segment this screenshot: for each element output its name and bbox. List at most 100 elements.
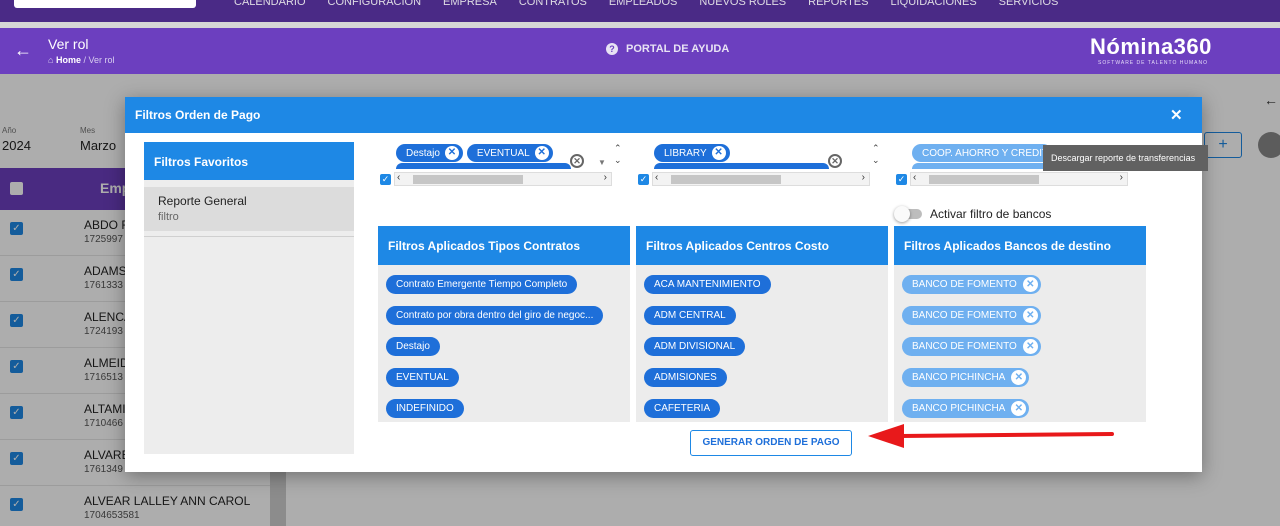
- applied-contract-filters-list[interactable]: Contrato Emergente Tiempo Completo Contr…: [378, 265, 630, 422]
- nav-item-empresa[interactable]: EMPRESA: [443, 0, 497, 8]
- chip-remove-icon[interactable]: ✕: [1022, 308, 1038, 323]
- nav-item-liquidaciones[interactable]: LIQUIDACIONES: [890, 0, 976, 8]
- applied-cost-center-filters-header: Filtros Aplicados Centros Costo: [636, 226, 888, 265]
- list-item[interactable]: EVENTUAL: [386, 368, 459, 387]
- vertical-scroll-icon[interactable]: ⌃ ⌄: [614, 142, 622, 166]
- applied-bank-filters-list[interactable]: BANCO DE FOMENTO ✕ BANCO DE FOMENTO ✕ BANC…: [894, 265, 1146, 422]
- nav-item-reportes[interactable]: REPORTES: [808, 0, 868, 8]
- generate-payment-order-button[interactable]: GENERAR ORDEN DE PAGO: [690, 430, 852, 456]
- applied-cost-center-filters-panel: Filtros Aplicados Centros Costo ACA MANT…: [636, 226, 888, 422]
- scroll-left-icon[interactable]: ‹: [913, 172, 916, 183]
- red-arrow-annotation: [868, 424, 1114, 448]
- clear-selection-icon[interactable]: ✕: [828, 154, 842, 168]
- chip-remove-icon[interactable]: ✕: [1011, 401, 1027, 416]
- favorite-filter-item[interactable]: Reporte General filtro: [144, 187, 354, 231]
- applied-cost-center-filters-list[interactable]: ACA MANTENIMIENTO ADM CENTRAL ADM DIVISI…: [636, 265, 888, 422]
- help-icon: ?: [606, 43, 618, 55]
- dialog-header: Filtros Orden de Pago ✕: [125, 97, 1202, 133]
- scroll-thumb[interactable]: [671, 175, 781, 184]
- scroll-right-icon[interactable]: ›: [862, 172, 865, 183]
- breadcrumb: ⌂ Home / Ver rol: [48, 55, 115, 65]
- scroll-right-icon[interactable]: ›: [604, 172, 607, 183]
- chip-remove-icon[interactable]: ✕: [1011, 370, 1027, 385]
- nav-item-servicios[interactable]: SERVICIOS: [999, 0, 1059, 8]
- list-item[interactable]: BANCO PICHINCHA ✕: [902, 368, 1030, 387]
- back-arrow-icon[interactable]: ←: [14, 40, 32, 61]
- list-item[interactable]: CAFETERIA: [644, 399, 721, 418]
- list-item[interactable]: ADM CENTRAL: [644, 306, 736, 325]
- toggle-knob: [894, 206, 910, 222]
- chip-label: LIBRARY: [664, 147, 707, 159]
- help-portal-link[interactable]: ? PORTAL DE AYUDA: [606, 43, 729, 55]
- chip-label: EVENTUAL: [476, 147, 530, 159]
- select-checkbox[interactable]: ✓: [638, 174, 649, 185]
- list-item[interactable]: ACA MANTENIMIENTO: [644, 275, 771, 294]
- horizontal-scrollbar[interactable]: ‹ ›: [394, 172, 612, 186]
- nav-item-configuracion[interactable]: CONFIGURACIÓN: [328, 0, 422, 8]
- favorite-filter-name: Reporte General: [158, 194, 247, 208]
- nav-item-empleados[interactable]: EMPLEADOS: [609, 0, 677, 8]
- close-icon[interactable]: ✕: [1170, 106, 1183, 124]
- scroll-left-icon[interactable]: ‹: [397, 172, 400, 183]
- cost-center-select[interactable]: LIBRARY ✕ ✕ ⌃ ⌄ ✓ ‹ ›: [636, 138, 886, 188]
- chip-remove-icon[interactable]: ✕: [444, 146, 459, 160]
- chip-remove-icon[interactable]: ✕: [1022, 277, 1038, 292]
- bank-chip-label: BANCO DE FOMENTO: [912, 310, 1017, 321]
- divider: [144, 236, 354, 237]
- list-item[interactable]: Destajo: [386, 337, 440, 356]
- toggle-switch[interactable]: [894, 206, 922, 222]
- dropdown-arrow-icon[interactable]: ▼: [598, 158, 606, 167]
- bank-filter-toggle[interactable]: Activar filtro de bancos: [894, 206, 1052, 222]
- chip-remove-icon[interactable]: ✕: [534, 146, 549, 160]
- contract-type-select[interactable]: Destajo ✕ EVENTUAL ✕ ✕ ▼ ⌃ ⌄ ✓ ‹ ›: [378, 138, 628, 188]
- applied-bank-filters-header: Filtros Aplicados Bancos de destino: [894, 226, 1146, 265]
- download-transfers-tooltip: Descargar reporte de transferencias: [1043, 145, 1208, 171]
- favorite-filters-header: Filtros Favoritos: [144, 142, 354, 180]
- arrow-shaft: [898, 432, 1114, 438]
- select-checkbox[interactable]: ✓: [380, 174, 391, 185]
- home-icon: ⌂: [48, 55, 54, 65]
- nav-item-contratos[interactable]: CONTRATOS: [519, 0, 587, 8]
- list-item[interactable]: Contrato Emergente Tiempo Completo: [386, 275, 578, 294]
- nav-item-calendario[interactable]: CALENDARIO: [234, 0, 306, 8]
- favorite-filter-subtitle: filtro: [158, 211, 179, 223]
- chip-remove-icon[interactable]: ✕: [1022, 339, 1038, 354]
- list-item[interactable]: BANCO DE FOMENTO ✕: [902, 275, 1041, 294]
- top-navigation: CALENDARIO CONFIGURACIÓN EMPRESA CONTRAT…: [0, 0, 1280, 22]
- nav-item-nuevos-roles[interactable]: NUEVOS ROLES: [699, 0, 786, 8]
- list-item[interactable]: BANCO DE FOMENTO ✕: [902, 306, 1041, 325]
- scroll-thumb[interactable]: [413, 175, 523, 184]
- list-item[interactable]: BANCO PICHINCHA ✕: [902, 399, 1030, 418]
- horizontal-scrollbar[interactable]: ‹ ›: [910, 172, 1128, 186]
- clear-selection-icon[interactable]: ✕: [570, 154, 584, 168]
- horizontal-scrollbar[interactable]: ‹ ›: [652, 172, 870, 186]
- help-label: PORTAL DE AYUDA: [626, 43, 730, 55]
- brand-tagline: SOFTWARE DE TALENTO HUMANO: [1098, 60, 1208, 66]
- selected-chip: EVENTUAL ✕: [466, 144, 553, 162]
- page-header: ← Ver rol ⌂ Home / Ver rol ? PORTAL DE A…: [0, 28, 1280, 74]
- bank-filter-toggle-label: Activar filtro de bancos: [930, 207, 1052, 221]
- favorite-filters-panel: Filtros Favoritos Reporte General filtro: [144, 142, 354, 454]
- list-item[interactable]: ADM DIVISIONAL: [644, 337, 746, 356]
- page-title: Ver rol: [48, 36, 89, 52]
- search-input[interactable]: [14, 0, 196, 8]
- breadcrumb-home[interactable]: Home: [56, 55, 81, 65]
- scroll-thumb[interactable]: [929, 175, 1039, 184]
- chip-remove-icon[interactable]: ✕: [711, 146, 726, 160]
- vertical-scroll-icon[interactable]: ⌃ ⌄: [872, 142, 880, 166]
- bank-chip-label: BANCO PICHINCHA: [912, 403, 1006, 414]
- list-item[interactable]: INDEFINIDO: [386, 399, 464, 418]
- selected-chip: Destajo ✕: [396, 144, 463, 162]
- select-checkbox[interactable]: ✓: [896, 174, 907, 185]
- selected-chip: LIBRARY ✕: [654, 144, 730, 162]
- bank-chip-label: BANCO DE FOMENTO: [912, 341, 1017, 352]
- list-item[interactable]: ADMISIONES: [644, 368, 727, 387]
- selected-chip: COOP. AHORRO Y CREDIT: [912, 144, 1053, 162]
- applied-bank-filters-panel: Filtros Aplicados Bancos de destino BANC…: [894, 226, 1146, 422]
- overflow-chip-row: [654, 163, 829, 169]
- list-item[interactable]: BANCO DE FOMENTO ✕: [902, 337, 1041, 356]
- scroll-left-icon[interactable]: ‹: [655, 172, 658, 183]
- list-item[interactable]: Contrato por obra dentro del giro de neg…: [386, 306, 604, 325]
- scroll-right-icon[interactable]: ›: [1120, 172, 1123, 183]
- bank-chip-label: BANCO PICHINCHA: [912, 372, 1006, 383]
